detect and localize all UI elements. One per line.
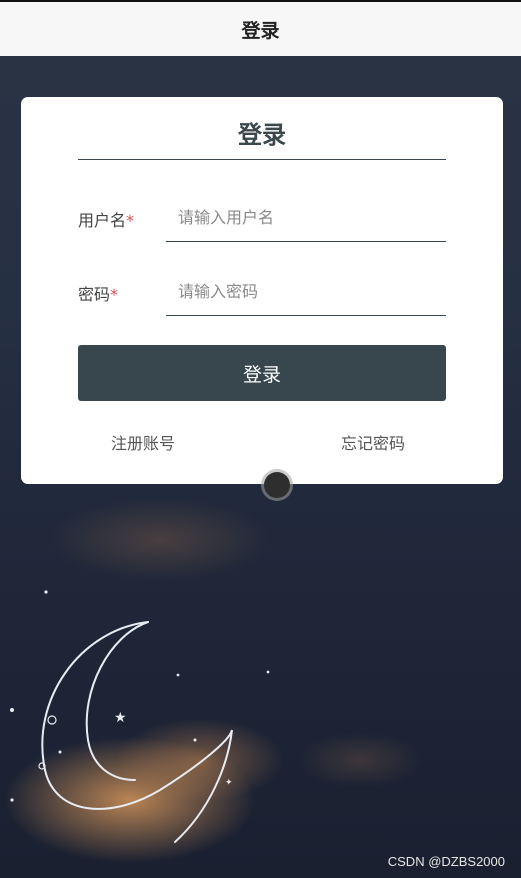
top-nav-bar: 登录 [0, 0, 521, 56]
required-mark: * [126, 211, 135, 230]
nav-title: 登录 [241, 19, 280, 42]
floating-drag-handle[interactable] [264, 472, 290, 498]
password-label-text: 密码 [78, 285, 111, 304]
required-mark: * [110, 285, 119, 304]
svg-text:★: ★ [114, 710, 127, 726]
password-row: 密码* [78, 267, 446, 317]
login-card-title: 登录 [78, 117, 446, 160]
username-row: 用户名* [78, 193, 446, 243]
register-link[interactable]: 注册账号 [111, 430, 175, 454]
moon-illustration: ★ ✦ [10, 590, 270, 843]
app-screen: 登录 登录 用户名* 密码* 登录 注册账号 忘记密码 ★ ✦ CSDN @DZ… [0, 0, 521, 878]
password-label: 密码* [78, 281, 118, 305]
login-card: 登录 用户名* 密码* 登录 注册账号 忘记密码 [21, 97, 503, 484]
forgot-password-link[interactable]: 忘记密码 [341, 430, 405, 454]
username-input[interactable] [166, 193, 446, 242]
password-input[interactable] [166, 267, 446, 316]
svg-text:✦: ✦ [225, 778, 233, 788]
csdn-watermark: CSDN @DZBS2000 [387, 854, 505, 869]
username-label-text: 用户名 [78, 211, 127, 230]
username-label: 用户名* [78, 207, 134, 231]
login-button[interactable]: 登录 [78, 345, 446, 401]
